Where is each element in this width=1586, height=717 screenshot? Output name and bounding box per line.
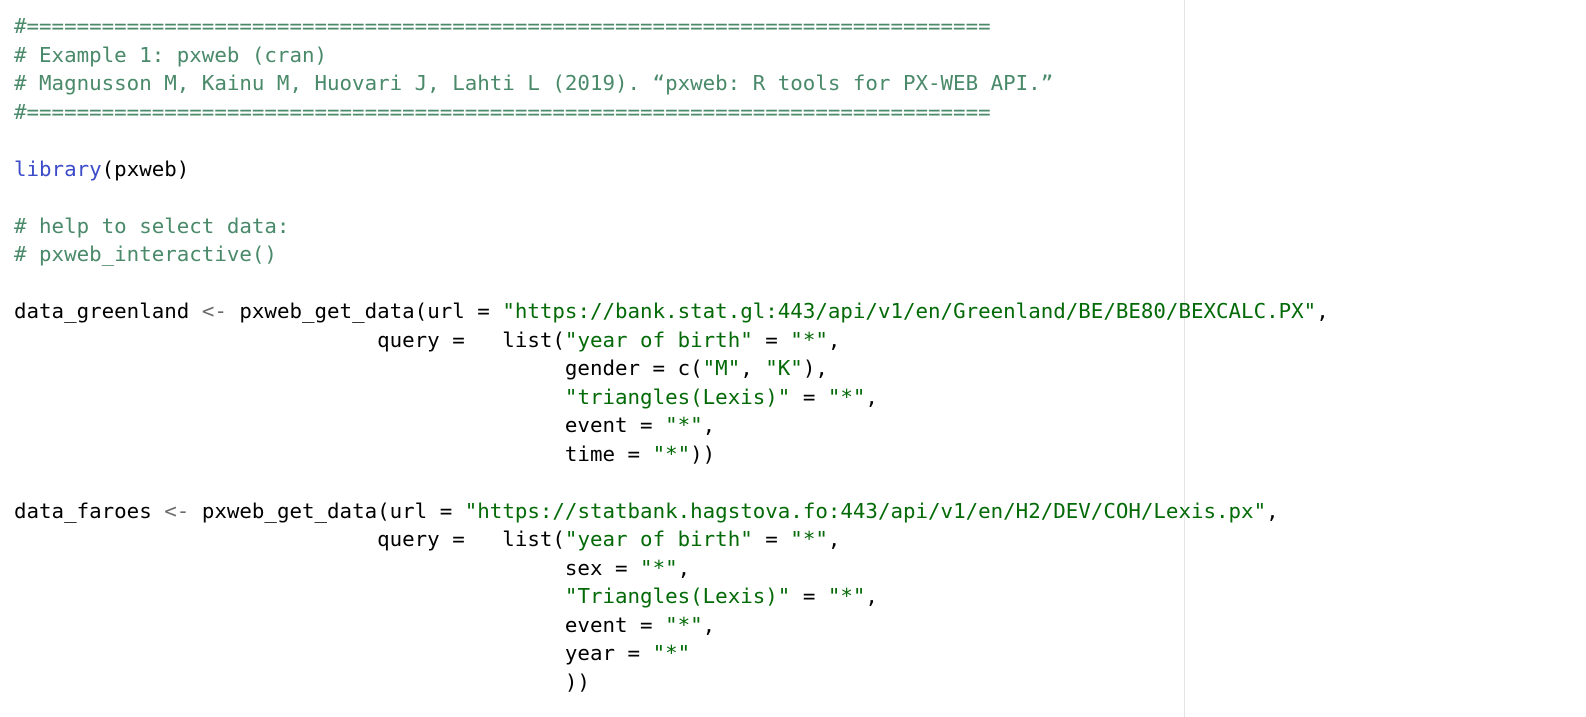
string-literal: "https://statbank.hagstova.fo:443/api/v1… bbox=[464, 498, 1267, 523]
function-name: library bbox=[14, 156, 102, 181]
code-token: , bbox=[827, 527, 841, 551]
code-token: , bbox=[1266, 498, 1279, 523]
code-token: ), bbox=[802, 356, 828, 380]
code-line[interactable]: data_faroes <- pxweb_get_data(url = "htt… bbox=[14, 497, 1329, 526]
code-token: = bbox=[790, 584, 828, 608]
code-text-area[interactable]: #=======================================… bbox=[14, 12, 1329, 696]
code-line[interactable]: query = list("year of birth" = "*", bbox=[14, 525, 1329, 554]
code-token: = bbox=[752, 327, 791, 352]
assignment-operator: <- bbox=[201, 299, 227, 323]
code-token: , bbox=[702, 413, 716, 437]
string-literal: "year of birth" bbox=[564, 527, 753, 551]
code-token: )) bbox=[14, 669, 590, 694]
code-line[interactable]: # help to select data: bbox=[14, 212, 1329, 241]
string-literal: "*" bbox=[827, 584, 866, 608]
code-line[interactable]: "Triangles(Lexis)" = "*", bbox=[14, 582, 1329, 611]
code-line[interactable]: # pxweb_interactive() bbox=[14, 240, 1329, 269]
code-line[interactable]: "triangles(Lexis)" = "*", bbox=[14, 383, 1329, 412]
string-literal: "K" bbox=[765, 356, 803, 380]
assignment-operator: <- bbox=[164, 498, 190, 523]
code-line[interactable]: gender = c("M", "K"), bbox=[14, 354, 1329, 383]
code-line[interactable] bbox=[14, 183, 1329, 212]
string-literal: "*" bbox=[640, 555, 678, 580]
string-literal: "year of birth" bbox=[564, 327, 753, 352]
code-token: , bbox=[865, 384, 878, 409]
code-line[interactable] bbox=[14, 126, 1329, 155]
string-literal: "*" bbox=[652, 441, 691, 466]
code-line[interactable]: data_greenland <- pxweb_get_data(url = "… bbox=[14, 297, 1329, 326]
string-literal: "*" bbox=[665, 612, 703, 637]
code-line[interactable]: event = "*", bbox=[14, 611, 1329, 640]
code-comment: # help to select data: bbox=[14, 213, 290, 238]
string-literal: "*" bbox=[790, 527, 828, 551]
code-token: data_greenland bbox=[14, 299, 202, 323]
code-comment: # pxweb_interactive() bbox=[14, 242, 277, 266]
code-token: time = bbox=[14, 441, 653, 466]
code-line[interactable] bbox=[14, 468, 1329, 497]
code-line[interactable]: #=======================================… bbox=[14, 98, 1329, 127]
code-comment: #=======================================… bbox=[14, 99, 991, 124]
code-line[interactable]: # Example 1: pxweb (cran) bbox=[14, 41, 1329, 70]
code-line[interactable]: year = "*" bbox=[14, 639, 1329, 668]
string-literal: "M" bbox=[702, 356, 741, 380]
code-token: pxweb_get_data(url = bbox=[226, 299, 503, 323]
code-token: (pxweb) bbox=[101, 156, 190, 181]
code-token: , bbox=[677, 555, 691, 580]
code-comment: # Magnusson M, Kainu M, Huovari J, Lahti… bbox=[14, 71, 1054, 95]
string-literal: "*" bbox=[790, 327, 828, 352]
code-token: )) bbox=[690, 441, 716, 466]
code-token: query = list( bbox=[14, 327, 565, 352]
string-literal: "*" bbox=[652, 641, 691, 665]
string-literal: "Triangles(Lexis)" bbox=[564, 584, 791, 608]
code-token: = bbox=[752, 527, 791, 551]
code-line[interactable]: # Magnusson M, Kainu M, Huovari J, Lahti… bbox=[14, 69, 1329, 98]
code-token: year = bbox=[14, 641, 653, 665]
string-literal: "https://bank.stat.gl:443/api/v1/en/Gree… bbox=[502, 299, 1317, 323]
string-literal: "*" bbox=[827, 384, 866, 409]
string-literal: "*" bbox=[665, 413, 703, 437]
code-token: event = bbox=[14, 612, 666, 637]
code-editor[interactable]: #=======================================… bbox=[0, 0, 1586, 717]
code-token: gender = c( bbox=[14, 356, 703, 380]
code-line[interactable]: query = list("year of birth" = "*", bbox=[14, 326, 1329, 355]
code-line[interactable]: time = "*")) bbox=[14, 440, 1329, 469]
code-line[interactable]: sex = "*", bbox=[14, 554, 1329, 583]
code-line[interactable]: )) bbox=[14, 668, 1329, 697]
code-token: , bbox=[827, 327, 841, 352]
code-token: , bbox=[865, 584, 878, 608]
code-token: , bbox=[702, 612, 716, 637]
code-token: query = list( bbox=[14, 527, 565, 551]
code-token: event = bbox=[14, 413, 666, 437]
code-line[interactable]: event = "*", bbox=[14, 411, 1329, 440]
code-comment: #=======================================… bbox=[14, 14, 991, 38]
code-line[interactable]: library(pxweb) bbox=[14, 155, 1329, 184]
code-token: = bbox=[790, 384, 828, 409]
code-token: , bbox=[1316, 299, 1329, 323]
code-line[interactable] bbox=[14, 269, 1329, 298]
code-token: sex = bbox=[14, 555, 641, 580]
code-token: , bbox=[740, 356, 766, 380]
code-line[interactable]: #=======================================… bbox=[14, 12, 1329, 41]
code-token: pxweb_get_data(url = bbox=[189, 498, 465, 523]
code-comment: # Example 1: pxweb (cran) bbox=[14, 42, 328, 67]
string-literal: "triangles(Lexis)" bbox=[564, 384, 791, 409]
code-token: data_faroes bbox=[14, 498, 165, 523]
